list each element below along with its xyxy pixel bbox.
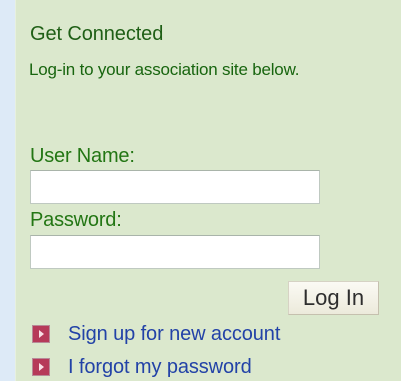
username-input[interactable] bbox=[30, 170, 320, 204]
login-button[interactable]: Log In bbox=[288, 281, 379, 315]
password-label: Password: bbox=[30, 209, 122, 231]
forgot-password-link-label[interactable]: I forgot my password bbox=[68, 356, 252, 379]
login-instructions: Log-in to your association site below. bbox=[29, 60, 300, 79]
login-panel: Get Connected Log-in to your association… bbox=[15, 0, 401, 381]
signup-link[interactable]: Sign up for new account bbox=[32, 322, 280, 346]
arrow-bullet-icon bbox=[32, 358, 50, 376]
password-input[interactable] bbox=[30, 235, 320, 269]
signup-link-label[interactable]: Sign up for new account bbox=[68, 323, 280, 346]
forgot-password-link[interactable]: I forgot my password bbox=[32, 355, 252, 379]
username-label: User Name: bbox=[30, 145, 135, 167]
get-connected-heading: Get Connected bbox=[30, 23, 164, 45]
arrow-bullet-icon bbox=[32, 325, 50, 343]
